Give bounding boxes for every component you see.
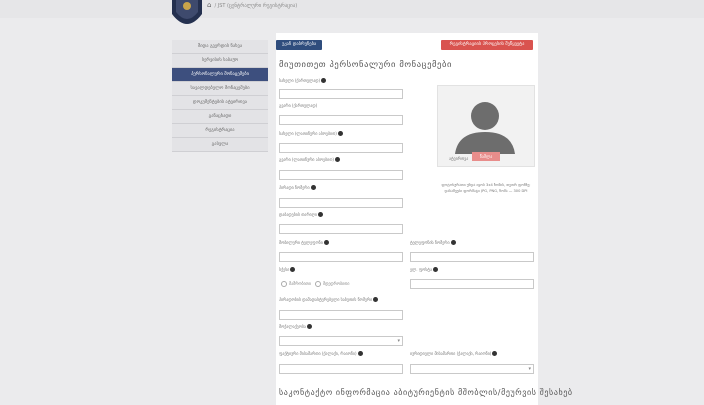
help-icon[interactable] — [373, 297, 379, 302]
label-text: მობილური ტელეფონი — [279, 240, 323, 245]
photo-note: ფოტოსურათი უნდა იყოს 3x4 ზომის, თეთრ ფონ… — [441, 183, 531, 193]
avatar-icon — [455, 102, 515, 154]
firstname-ka-label: სახელი (ქართულად) — [279, 78, 327, 83]
help-icon[interactable] — [317, 212, 323, 217]
sidebar-item-2[interactable]: სერვისის საბაჟო — [172, 54, 268, 68]
home-icon[interactable]: ⌂ — [207, 1, 211, 9]
sidebar-item-4[interactable]: სავალდებულო მონაცემები — [172, 82, 268, 96]
lastname-ka-label: გვარი (ქართულად) — [279, 103, 317, 108]
cancel-registration-button[interactable]: რეგისტრაციის პროცესის შეწყვეტა — [441, 40, 533, 50]
radio-label: მამრობითი — [289, 281, 311, 286]
label-text: ფაქტიური მისამართი (ქალაქი, რაიონი) — [279, 351, 357, 356]
label-text: პირადობის დამადასტურებელი საბუთის ნომერი — [279, 297, 373, 302]
label-text: სქესი — [279, 267, 290, 272]
sidebar-item-1[interactable]: შიდა გვერდის ნახვა — [172, 40, 268, 54]
gender-label: სქესი — [279, 267, 296, 272]
lastname-lat-label: გვარი (ლათინური ასოებით) — [279, 157, 340, 162]
label-text: ელ. ფოსტა — [410, 267, 433, 272]
help-icon[interactable] — [433, 267, 439, 272]
help-icon[interactable] — [306, 324, 312, 329]
help-icon[interactable] — [337, 131, 343, 136]
radio-dot — [315, 281, 321, 287]
label-text: იურიდიული მისამართი (ქალაქი, რაიონი) — [410, 351, 492, 356]
logo-shield-icon — [172, 0, 202, 24]
label-text: პირადი ნომერი — [279, 185, 310, 190]
sidebar: შიდა გვერდის ნახვა სერვისის საბაჟო პერსო… — [172, 40, 268, 152]
help-icon[interactable] — [321, 78, 327, 83]
photo-delete-button[interactable]: წაშლა — [472, 152, 500, 161]
doc-number-label: პირადობის დამადასტურებელი საბუთის ნომერი — [279, 297, 379, 302]
page-title-text: მიუთითეთ პერსონალური მონაცემები — [279, 60, 452, 70]
personal-id-label: პირადი ნომერი — [279, 185, 316, 190]
sidebar-item-8[interactable]: გასვლა — [172, 138, 268, 152]
firstname-ka-input[interactable] — [279, 89, 403, 99]
page-title: მიუთითეთ პერსონალური მონაცემები — [279, 60, 452, 70]
firstname-lat-input[interactable] — [279, 143, 403, 153]
help-icon[interactable] — [492, 351, 498, 356]
lastname-ka-input[interactable] — [279, 115, 403, 125]
label-text: მოქალაქეობა — [279, 324, 306, 329]
firstname-lat-label: სახელი (ლათინური ასოებით) — [279, 131, 343, 136]
help-icon[interactable] — [334, 157, 340, 162]
sidebar-item-3[interactable]: პერსონალური მონაცემები — [172, 68, 268, 82]
back-button[interactable]: უკან დაბრუნება — [276, 40, 323, 50]
doc-number-input[interactable] — [279, 310, 403, 320]
address-actual-label: ფაქტიური მისამართი (ქალაქი, რაიონი) — [279, 351, 363, 356]
sidebar-item-7[interactable]: რეგისტრაცია — [172, 124, 268, 138]
label-text: დაბადების თარიღი — [279, 212, 317, 217]
help-icon[interactable] — [357, 351, 363, 356]
lastname-lat-input[interactable] — [279, 170, 403, 180]
help-icon[interactable] — [310, 185, 316, 190]
label-text: გვარი (ლათინური ასოებით) — [279, 157, 334, 162]
address-legal-label: იურიდიული მისამართი (ქალაქი, რაიონი) — [410, 351, 498, 356]
label-text: გვარი (ქართულად) — [279, 103, 318, 108]
address-legal-select[interactable] — [410, 364, 534, 374]
section2-title-text: საკონტაქტო ინფორმაცია აბიტურიენტის მშობლ… — [279, 388, 573, 397]
breadcrumb: ⌂ / JST (ცენტრალური რეგისტრაცია) — [207, 1, 297, 9]
top-bar — [0, 0, 704, 18]
sidebar-item-6[interactable]: განაცხადი — [172, 110, 268, 124]
help-icon[interactable] — [290, 267, 296, 272]
mobile-phone-label: მობილური ტელეფონი — [279, 240, 329, 245]
breadcrumb-text: / JST (ცენტრალური რეგისტრაცია) — [214, 3, 298, 9]
phone-label: ტელეფონის ნომერი — [410, 240, 456, 245]
phone-input[interactable] — [410, 252, 534, 262]
gender-male-radio[interactable]: მამრობითი — [281, 281, 311, 287]
photo-upload-link[interactable]: ატვირთვა — [449, 156, 468, 161]
email-label: ელ. ფოსტა — [410, 267, 439, 272]
birth-date-label: დაბადების თარიღი — [279, 212, 323, 217]
gender-female-radio[interactable]: მდედრობითი — [315, 281, 349, 287]
citizenship-label: მოქალაქეობა — [279, 324, 312, 329]
birth-date-input[interactable] — [279, 224, 403, 234]
personal-id-input[interactable] — [279, 198, 403, 208]
mobile-phone-input[interactable] — [279, 252, 403, 262]
radio-dot — [281, 281, 287, 287]
radio-label: მდედრობითი — [323, 281, 350, 286]
citizenship-select[interactable] — [279, 336, 403, 346]
label-text: სახელი (ქართულად) — [279, 78, 321, 83]
address-actual-input[interactable] — [279, 364, 403, 374]
sidebar-item-5[interactable]: დოკუმენტების ატვირთვა — [172, 96, 268, 110]
section2-title: საკონტაქტო ინფორმაცია აბიტურიენტის მშობლ… — [279, 388, 573, 397]
email-input[interactable] — [410, 279, 534, 289]
label-text: ტელეფონის ნომერი — [410, 240, 450, 245]
help-icon[interactable] — [323, 240, 329, 245]
help-icon[interactable] — [450, 240, 456, 245]
label-text: სახელი (ლათინური ასოებით) — [279, 131, 337, 136]
